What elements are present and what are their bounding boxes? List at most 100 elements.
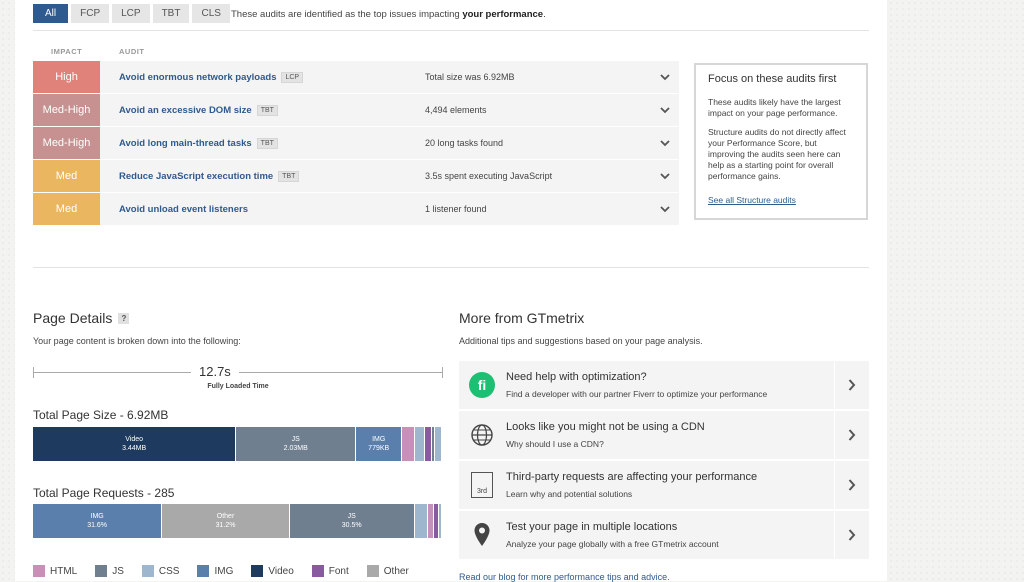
size-segment-js[interactable]: JS 2.03MB (236, 427, 356, 461)
audit-value: 4,494 elements (425, 105, 487, 115)
size-segment-css[interactable] (435, 427, 441, 461)
chevron-down-icon[interactable] (651, 160, 679, 192)
chevron-right-icon[interactable] (834, 461, 869, 509)
timeline-end-tick (442, 367, 443, 378)
chevron-right-icon[interactable] (834, 511, 869, 559)
card-subtitle: Why should I use a CDN? (506, 439, 604, 449)
audit-title[interactable]: Avoid long main-thread tasks TBT (119, 137, 278, 149)
requests-segment-css[interactable] (438, 504, 441, 538)
total-page-size-title: Total Page Size - 6.92MB (33, 408, 169, 422)
audit-title[interactable]: Avoid an excessive DOM size TBT (119, 104, 278, 116)
audit-row[interactable]: Med-High Avoid an excessive DOM size TBT … (33, 94, 679, 126)
focus-title: Focus on these audits first (708, 73, 837, 85)
suggestion-cards: fi Need help with optimization? Find a d… (459, 361, 869, 561)
focus-callout: Focus on these audits first These audits… (694, 63, 868, 220)
audit-row[interactable]: Med Reduce JavaScript execution time TBT … (33, 160, 679, 192)
help-icon[interactable]: ? (118, 312, 130, 324)
metric-tag: TBT (256, 137, 278, 149)
legend-swatch (33, 565, 45, 577)
legend-swatch (311, 565, 324, 577)
legend-label: Video (268, 565, 294, 577)
impact-badge: Med (33, 160, 100, 192)
tab-tbt[interactable]: TBT (152, 4, 190, 23)
metric-tag: TBT (256, 104, 278, 116)
card-third-party[interactable]: 3rd Third-party requests are affecting y… (459, 461, 869, 509)
size-segment-video[interactable]: Video 3.44MB (33, 427, 236, 461)
chevron-right-icon[interactable] (834, 411, 869, 459)
page-requests-bar: IMG 31.6% Other 31.2% JS 30.5% (33, 504, 442, 538)
segment-value: 31.2% (215, 522, 236, 529)
page-size-bar: Video 3.44MB JS 2.03MB IMG 779KB (33, 427, 442, 461)
audit-value: 20 long tasks found (425, 138, 504, 148)
see-structure-audits-link[interactable]: See all Structure audits (708, 195, 796, 205)
chevron-down-icon[interactable] (651, 61, 679, 93)
tab-fcp[interactable]: FCP (71, 4, 110, 23)
legend-item-font: Font (311, 565, 349, 577)
page-details-subtitle: Your page content is broken down into th… (33, 336, 241, 346)
filter-description-text: These audits are identified as the top i… (231, 9, 463, 20)
requests-segment-css[interactable] (414, 504, 427, 538)
segment-value: 30.5% (341, 522, 362, 529)
audit-row[interactable]: Med Avoid unload event listeners 1 liste… (33, 193, 679, 225)
metric-tag: LCP (281, 71, 304, 83)
chevron-down-icon[interactable] (651, 127, 679, 159)
fully-loaded-label: Fully Loaded Time (207, 383, 269, 390)
legend-item-js: JS (95, 565, 124, 577)
filter-description: These audits are identified as the top i… (231, 9, 546, 20)
size-segment-font[interactable] (424, 427, 432, 461)
card-subtitle: Analyze your page globally with a free G… (506, 539, 719, 549)
chevron-down-icon[interactable] (651, 193, 679, 225)
audit-row[interactable]: Med-High Avoid long main-thread tasks TBT… (33, 127, 679, 159)
requests-segment-img[interactable]: IMG 31.6% (33, 504, 162, 538)
card-title: Need help with optimization? (506, 371, 647, 383)
audit-title[interactable]: Avoid unload event listeners (119, 204, 248, 215)
audit-filter-tabs: All FCP LCP TBT CLS (33, 4, 230, 23)
size-segment-css[interactable] (414, 427, 424, 461)
requests-segment-html[interactable] (427, 504, 433, 538)
segment-label: JS (347, 513, 356, 520)
legend-item-video: Video (251, 565, 294, 577)
report-panel: All FCP LCP TBT CLS These audits are ide… (15, 0, 887, 582)
legend-swatch (251, 565, 264, 577)
divider (33, 30, 869, 31)
tab-cls[interactable]: CLS (192, 4, 230, 23)
svg-text:fi: fi (478, 377, 487, 393)
requests-segment-font[interactable] (433, 504, 438, 538)
card-cdn[interactable]: Looks like you might not be using a CDN … (459, 411, 869, 459)
size-segment-img[interactable]: IMG 779KB (356, 427, 402, 461)
page-details-heading: Page Details? (33, 310, 130, 326)
metric-tag: TBT (278, 170, 300, 182)
audit-value: Total size was 6.92MB (425, 72, 515, 82)
tab-all[interactable]: All (33, 4, 69, 23)
legend-swatch (141, 565, 154, 577)
legend-item-img: IMG (197, 565, 233, 577)
card-optimization-help[interactable]: fi Need help with optimization? Find a d… (459, 361, 869, 409)
segment-label: IMG (372, 436, 386, 443)
audit-title-text: Avoid an excessive DOM size (119, 104, 252, 116)
requests-segment-other[interactable]: Other 31.2% (162, 504, 289, 538)
size-segment-html[interactable] (402, 427, 414, 461)
card-subtitle: Find a developer with our partner Fiverr… (506, 389, 768, 399)
segment-label: Video (125, 436, 144, 443)
audit-title[interactable]: Avoid enormous network payloads LCP (119, 71, 304, 83)
legend-item-css: CSS (141, 565, 179, 577)
chevron-down-icon[interactable] (651, 94, 679, 126)
audit-row[interactable]: High Avoid enormous network payloads LCP … (33, 61, 679, 93)
segment-label: IMG (90, 513, 104, 520)
globe-icon (469, 422, 495, 448)
requests-segment-js[interactable]: JS 30.5% (289, 504, 414, 538)
total-page-requests-title: Total Page Requests - 285 (33, 486, 175, 500)
third-party-icon: 3rd (471, 472, 493, 498)
focus-text-2: Structure audits do not directly affect … (708, 127, 846, 181)
size-segment-js[interactable] (432, 427, 435, 461)
legend-label: JS (112, 565, 124, 577)
chevron-right-icon[interactable] (834, 361, 869, 409)
legend-label: HTML (50, 565, 78, 577)
audit-title[interactable]: Reduce JavaScript execution time TBT (119, 170, 300, 182)
tab-lcp[interactable]: LCP (112, 4, 150, 23)
content-type-legend: HTML JS CSS IMG Video Font Other (33, 565, 409, 577)
legend-label: Font (328, 565, 349, 577)
card-locations[interactable]: Test your page in multiple locations Ana… (459, 511, 869, 559)
audit-title-text: Avoid enormous network payloads (119, 71, 277, 83)
impact-badge: Med (33, 193, 100, 225)
